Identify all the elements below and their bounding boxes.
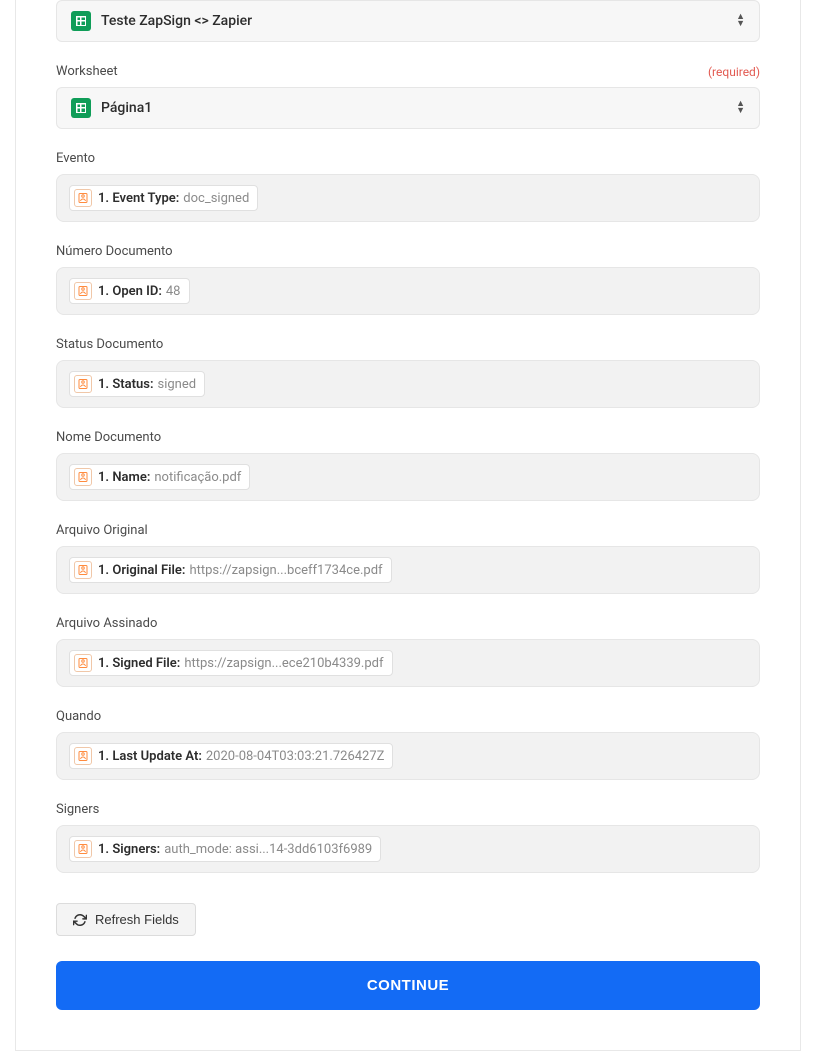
refresh-fields-button[interactable]: Refresh Fields <box>56 903 196 936</box>
field-label: Nome Documento <box>56 430 161 445</box>
data-token-chip[interactable]: 1. Signers: auth_mode: assi...14-3dd6103f… <box>69 836 381 862</box>
field-label: Evento <box>56 151 95 166</box>
continue-label: CONTINUE <box>367 977 449 994</box>
zapsign-app-icon <box>74 189 92 207</box>
field-label: Arquivo Assinado <box>56 616 157 631</box>
chip-value: 48 <box>166 284 181 299</box>
data-token-chip[interactable]: 1. Signed File: https://zapsign...ece210b… <box>69 650 393 676</box>
field-input[interactable]: 1. Original File: https://zapsign...bceff… <box>56 546 760 594</box>
field-input[interactable]: 1. Status: signed <box>56 360 760 408</box>
chip-label: 1. Signed File: <box>98 656 180 671</box>
data-token-chip[interactable]: 1. Status: signed <box>69 371 205 397</box>
chip-value: doc_signed <box>183 191 249 206</box>
zapsign-app-icon <box>74 375 92 393</box>
worksheet-label: Worksheet <box>56 64 118 79</box>
chip-label: 1. Status: <box>98 377 154 392</box>
chip-value: signed <box>158 377 197 392</box>
spreadsheet-value: Teste ZapSign <> Zapier <box>101 13 252 29</box>
refresh-icon <box>73 913 87 927</box>
field-label: Arquivo Original <box>56 523 148 538</box>
field-label: Signers <box>56 802 99 817</box>
chip-value: auth_mode: assi...14-3dd6103f6989 <box>164 842 372 857</box>
continue-button[interactable]: CONTINUE <box>56 961 760 1010</box>
data-token-chip[interactable]: 1. Event Type: doc_signed <box>69 185 258 211</box>
chip-label: 1. Name: <box>98 470 150 485</box>
select-sort-icon: ▲▼ <box>736 101 745 115</box>
field-input[interactable]: 1. Open ID: 48 <box>56 267 760 315</box>
google-sheets-icon <box>71 11 91 31</box>
data-token-chip[interactable]: 1. Name: notificação.pdf <box>69 464 250 490</box>
chip-value: https://zapsign...ece210b4339.pdf <box>184 656 383 671</box>
google-sheets-icon <box>71 98 91 118</box>
field-input[interactable]: 1. Signed File: https://zapsign...ece210b… <box>56 639 760 687</box>
chip-label: 1. Last Update At: <box>98 749 202 764</box>
field-input[interactable]: 1. Last Update At: 2020-08-04T03:03:21.72… <box>56 732 760 780</box>
chip-value: 2020-08-04T03:03:21.726427Z <box>206 749 385 764</box>
field-input[interactable]: 1. Event Type: doc_signed <box>56 174 760 222</box>
worksheet-select[interactable]: Página1 ▲▼ <box>56 87 760 129</box>
data-token-chip[interactable]: 1. Original File: https://zapsign...bceff… <box>69 557 392 583</box>
chip-value: https://zapsign...bceff1734ce.pdf <box>189 563 382 578</box>
field-label: Status Documento <box>56 337 163 352</box>
chip-label: 1. Event Type: <box>98 191 179 206</box>
data-token-chip[interactable]: 1. Open ID: 48 <box>69 278 190 304</box>
field-input[interactable]: 1. Name: notificação.pdf <box>56 453 760 501</box>
field-input[interactable]: 1. Signers: auth_mode: assi...14-3dd6103f… <box>56 825 760 873</box>
chip-label: 1. Open ID: <box>98 284 162 299</box>
zapsign-app-icon <box>74 840 92 858</box>
refresh-fields-label: Refresh Fields <box>95 912 179 927</box>
zapsign-app-icon <box>74 654 92 672</box>
select-sort-icon: ▲▼ <box>736 14 745 28</box>
chip-label: 1. Original File: <box>98 563 185 578</box>
zapsign-app-icon <box>74 561 92 579</box>
zapsign-app-icon <box>74 468 92 486</box>
required-tag: (required) <box>708 65 760 79</box>
chip-value: notificação.pdf <box>154 470 241 485</box>
zapsign-app-icon <box>74 747 92 765</box>
spreadsheet-select[interactable]: Teste ZapSign <> Zapier ▲▼ <box>56 0 760 42</box>
chip-label: 1. Signers: <box>98 842 160 857</box>
zapsign-app-icon <box>74 282 92 300</box>
field-label: Quando <box>56 709 101 724</box>
data-token-chip[interactable]: 1. Last Update At: 2020-08-04T03:03:21.72… <box>69 743 393 769</box>
worksheet-value: Página1 <box>101 100 152 116</box>
field-label: Número Documento <box>56 244 173 259</box>
